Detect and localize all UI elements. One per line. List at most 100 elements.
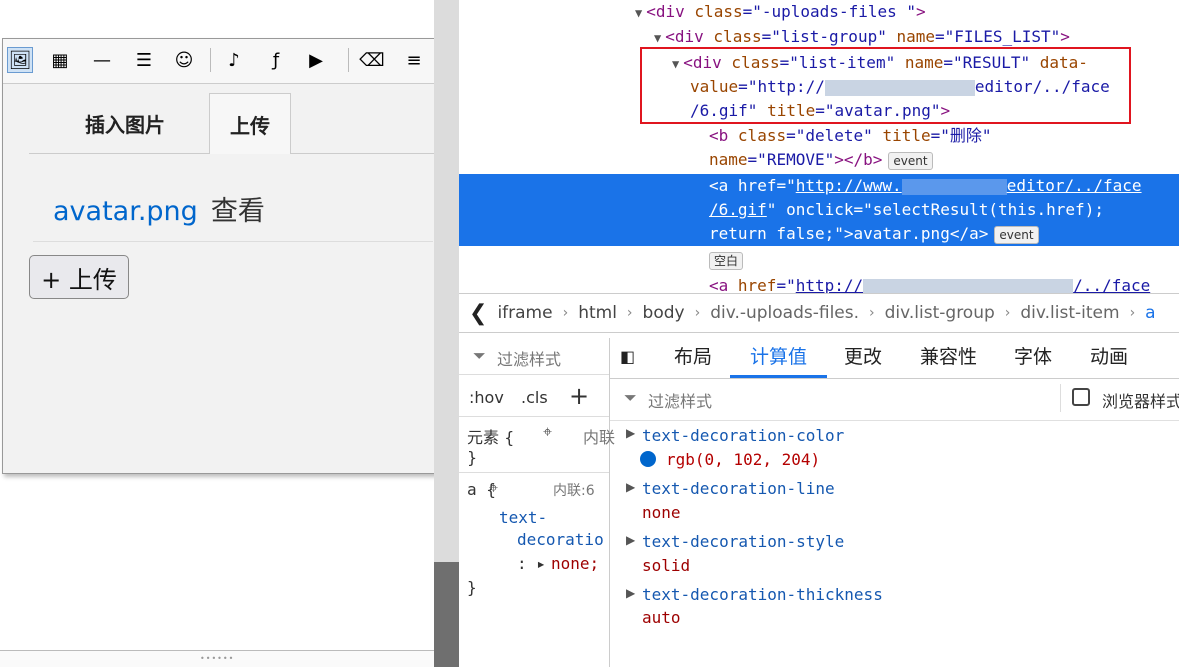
event-badge[interactable]: event <box>994 225 1039 244</box>
hov-toggle[interactable]: :hov <box>469 388 504 407</box>
tab-changes[interactable]: 更改 <box>844 338 882 378</box>
result-item: avatar.png 查看 <box>33 189 433 242</box>
tab-upload[interactable]: 上传 <box>209 93 291 154</box>
expand-triangle-icon[interactable]: ▶ <box>626 533 635 547</box>
tab-compat[interactable]: 兼容性 <box>920 338 977 378</box>
tab-computed[interactable]: 计算值 <box>730 338 828 378</box>
tab-fonts[interactable]: 字体 <box>1014 338 1052 378</box>
dialog-tabs: 插入图片 上传 <box>29 93 435 154</box>
panel-tabs: ◧ 布局 计算值 更改 兼容性 字体 动画 <box>610 338 1179 379</box>
scrollbar-bottom <box>434 562 459 667</box>
redacted-block <box>901 178 1007 195</box>
table-icon[interactable]: ▦ <box>47 47 73 73</box>
breadcrumb-item[interactable]: iframe <box>497 303 552 323</box>
music-icon[interactable]: ♪ <box>221 47 247 73</box>
devtools-panel: ▼ <div class="-uploads-files "> ▼ <div cla… <box>459 0 1179 667</box>
tab-animations[interactable]: 动画 <box>1090 338 1128 378</box>
toolbar-separator <box>348 48 349 72</box>
add-rule-icon[interactable]: + <box>569 382 589 410</box>
box-model-icon[interactable]: ⌖ <box>489 478 498 498</box>
box-model-icon[interactable]: ⌖ <box>543 422 552 442</box>
element-rule: 元素 { <box>467 428 515 447</box>
dom-node-uploads-files[interactable]: ▼ <div class="-uploads-files "> <box>635 0 926 25</box>
breadcrumb-item[interactable]: body <box>643 303 685 323</box>
dom-node-anchor[interactable]: <a href="http://www. editor/../face <box>709 174 1142 198</box>
dom-attr-line: /6.gif" onclick="selectResult(this.href)… <box>709 200 1104 219</box>
breadcrumb-item[interactable]: div.list-item <box>1020 303 1119 323</box>
align-icon[interactable]: ≡ <box>401 47 427 73</box>
dom-attr-line: name="REMOVE"></b> event <box>709 148 933 172</box>
expand-triangle-icon[interactable]: ▶ <box>626 426 635 440</box>
bottom-bar: •••••• <box>0 650 434 667</box>
chevron-right-icon: › <box>562 305 569 321</box>
browser-styles-checkbox[interactable] <box>1072 388 1090 406</box>
emoji-icon[interactable]: ☺ <box>171 47 197 73</box>
redacted-block <box>863 278 1074 293</box>
selected-dom-node[interactable]: <a href="http://www. editor/../face /6.gi… <box>459 174 1179 246</box>
expand-triangle-icon[interactable]: ▼ <box>635 6 642 20</box>
page-viewport: 🖼 ▦ — ☰ ☺ ♪ ƒ ▶ ⌫ ≡ 插入图片 上传 avatar.png 查… <box>0 0 436 667</box>
filter-icon: ⏷ <box>473 346 486 365</box>
computed-prop-name[interactable]: text-decoration-color <box>642 426 844 445</box>
expand-triangle-icon[interactable]: ▶ <box>626 480 635 494</box>
element-rule-close: } <box>467 448 478 467</box>
styles-pane: ⏷ 过滤样式 :hov .cls + 元素 { ⌖ 内联 } a { ⌖ 内联:… <box>459 338 615 667</box>
dom-node-anchor-2[interactable]: <a href="http:///../face <box>709 274 1150 293</box>
toolbar-separator <box>210 48 211 72</box>
computed-pane: ◧ 布局 计算值 更改 兼容性 字体 动画 ⏷ 过滤样式 浏览器样式 ▶ tex… <box>610 338 1179 667</box>
chevron-right-icon: › <box>626 305 633 321</box>
editor-dialog: 🖼 ▦ — ☰ ☺ ♪ ƒ ▶ ⌫ ≡ 插入图片 上传 avatar.png 查… <box>2 38 436 474</box>
breadcrumb-item-current[interactable]: a <box>1145 303 1155 323</box>
result-link[interactable]: avatar.png <box>53 196 198 227</box>
computed-prop-value: solid <box>642 556 691 575</box>
dock-panel-icon[interactable]: ◧ <box>620 338 635 378</box>
computed-prop-name[interactable]: text-decoration-thickness <box>642 585 883 604</box>
dom-whitespace-node: 空白 <box>709 248 744 272</box>
chevron-right-icon: › <box>1004 305 1011 321</box>
chevron-right-icon: › <box>1129 305 1136 321</box>
clean-format-icon[interactable]: ⌫ <box>359 47 385 73</box>
indent-icon[interactable]: ☰ <box>131 47 157 73</box>
filter-icon: ⏷ <box>624 388 637 407</box>
scrollbar-track[interactable] <box>434 0 459 562</box>
view-link[interactable]: 查看 <box>211 196 265 227</box>
breadcrumb-item[interactable]: div.-uploads-files. <box>710 303 859 323</box>
computed-prop-value: auto <box>642 608 681 627</box>
styles-filter-input[interactable]: 过滤样式 <box>497 346 561 370</box>
computed-prop-value: rgb(0, 102, 204) <box>666 450 821 469</box>
cls-toggle[interactable]: .cls <box>521 388 548 407</box>
whitespace-badge[interactable]: 空白 <box>709 251 744 270</box>
style-prop-name[interactable]: text- <box>499 508 547 527</box>
expand-triangle-icon[interactable]: ▶ <box>626 586 635 600</box>
editor-toolbar: 🖼 ▦ — ☰ ☺ ♪ ƒ ▶ ⌫ ≡ <box>3 39 435 84</box>
tab-layout[interactable]: 布局 <box>674 338 712 378</box>
browser-styles-label: 浏览器样式 <box>1102 392 1179 411</box>
resize-grip-icon[interactable]: •••••• <box>200 654 234 663</box>
computed-filter-bar: ⏷ 过滤样式 浏览器样式 <box>610 378 1179 421</box>
chevron-left-icon[interactable]: ❮ <box>469 301 487 326</box>
style-prop-value[interactable]: none; <box>551 554 599 573</box>
chevron-right-icon: › <box>869 305 875 321</box>
horizontal-rule-icon[interactable]: — <box>89 47 115 73</box>
color-swatch[interactable] <box>640 451 656 467</box>
video-icon[interactable]: ▶ <box>303 47 329 73</box>
expand-triangle-icon[interactable]: ▼ <box>654 31 661 45</box>
computed-prop-name[interactable]: text-decoration-style <box>642 532 844 551</box>
breadcrumb: ❮ iframe › html › body › div.-uploads-files… <box>459 293 1179 333</box>
computed-prop-name[interactable]: text-decoration-line <box>642 479 835 498</box>
flash-icon[interactable]: ƒ <box>263 47 289 73</box>
upload-button[interactable]: + 上传 <box>29 255 129 299</box>
dom-tree: ▼ <div class="-uploads-files "> ▼ <div cla… <box>459 0 1179 293</box>
dom-node-delete[interactable]: <b class="delete" title="删除" <box>709 124 992 148</box>
chevron-right-icon: › <box>694 305 701 321</box>
breadcrumb-item[interactable]: html <box>578 303 617 323</box>
computed-filter-input[interactable]: 过滤样式 <box>648 388 712 412</box>
a-rule-close: } <box>467 578 477 597</box>
breadcrumb-item[interactable]: div.list-group <box>885 303 995 323</box>
tab-insert-image[interactable]: 插入图片 <box>65 93 185 153</box>
dom-attr-line: return false;">avatar.png</a> event <box>709 222 1039 246</box>
image-icon[interactable]: 🖼 <box>7 47 33 73</box>
event-badge[interactable]: event <box>888 151 933 170</box>
style-prop-name[interactable]: decoratio <box>517 530 604 549</box>
inline-source[interactable]: 内联:6 <box>553 480 595 500</box>
